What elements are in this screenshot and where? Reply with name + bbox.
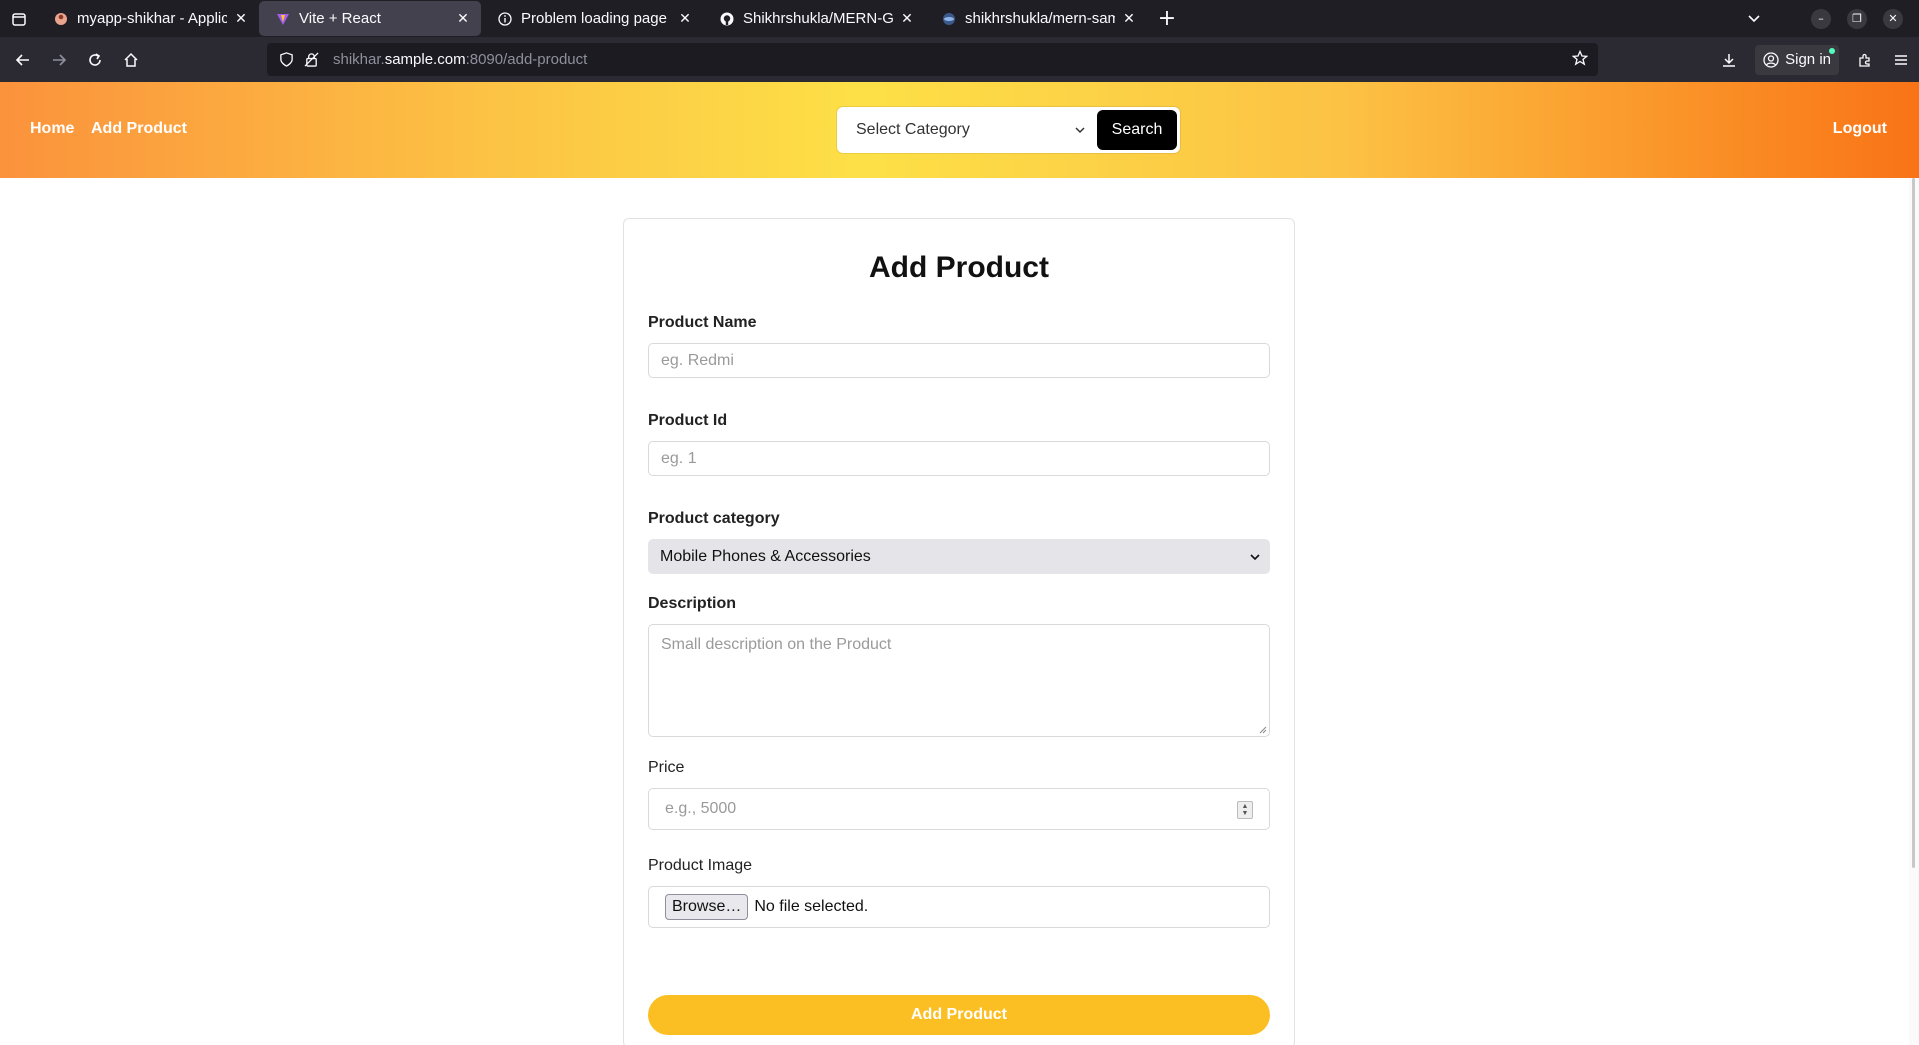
url-text: shikhar.sample.com:8090/add-product bbox=[333, 51, 588, 68]
product-image-file-input[interactable]: Browse… No file selected. bbox=[648, 886, 1270, 928]
close-icon[interactable]: ✕ bbox=[233, 10, 249, 27]
bookmark-star-icon[interactable] bbox=[1571, 49, 1589, 70]
forward-arrow-icon[interactable] bbox=[41, 42, 77, 78]
price-label: Price bbox=[648, 759, 685, 776]
product-category-label: Product category bbox=[648, 510, 780, 527]
product-id-input[interactable]: eg. 1 bbox=[648, 441, 1270, 476]
tab-title: myapp-shikhar - Applicati bbox=[77, 10, 227, 27]
tab-title: shikhrshukla/mern-sampl bbox=[965, 10, 1115, 27]
description-label: Description bbox=[648, 595, 737, 612]
argo-icon bbox=[941, 11, 957, 27]
shield-icon[interactable] bbox=[279, 52, 294, 67]
product-image-label: Product Image bbox=[648, 857, 753, 874]
menu-icon[interactable] bbox=[1883, 42, 1919, 78]
nav-link-home[interactable]: Home bbox=[30, 120, 74, 138]
product-name-label: Product Name bbox=[648, 314, 757, 331]
app-header: Home Add Product Select Category Search … bbox=[0, 82, 1919, 178]
browser-tab-active[interactable]: Vite + React ✕ bbox=[259, 1, 481, 36]
form-title: Add Product bbox=[869, 251, 1049, 284]
sign-in-label: Sign in bbox=[1785, 51, 1831, 68]
file-status: No file selected. bbox=[754, 898, 869, 915]
add-product-form: Add Product Product Name eg. Redmi Produ… bbox=[623, 218, 1295, 1045]
chevron-down-icon[interactable] bbox=[1747, 10, 1761, 29]
nav-link-add-product[interactable]: Add Product bbox=[91, 120, 187, 138]
url-bar[interactable]: shikhar.sample.com:8090/add-product bbox=[267, 43, 1598, 76]
browse-button[interactable]: Browse… bbox=[665, 894, 749, 920]
browser-tab[interactable]: Problem loading page ✕ bbox=[481, 0, 703, 37]
window-controls: – ❐ ✕ bbox=[1748, 0, 1919, 37]
account-icon bbox=[1763, 51, 1779, 68]
sign-in-button[interactable]: Sign in bbox=[1755, 44, 1839, 75]
chevron-down-icon bbox=[1075, 127, 1085, 134]
page-scrollbar[interactable] bbox=[1909, 178, 1919, 1045]
logout-link[interactable]: Logout bbox=[1833, 120, 1887, 138]
close-icon[interactable]: ✕ bbox=[899, 10, 915, 27]
product-id-placeholder: eg. 1 bbox=[661, 449, 697, 467]
browser-nav-bar: shikhar.sample.com:8090/add-product Sign… bbox=[0, 37, 1919, 82]
close-icon[interactable]: ✕ bbox=[677, 10, 693, 27]
browser-tab[interactable]: Shikhrshukla/MERN-GitOp ✕ bbox=[703, 0, 925, 37]
product-name-placeholder: eg. Redmi bbox=[661, 351, 734, 369]
browser-tab[interactable]: shikhrshukla/mern-sampl ✕ bbox=[925, 0, 1147, 37]
add-product-button[interactable]: Add Product bbox=[648, 995, 1270, 1035]
toolbar-right: Sign in bbox=[1711, 37, 1919, 82]
notification-dot bbox=[1829, 47, 1835, 54]
product-category-select[interactable]: Mobile Phones & Accessories bbox=[648, 539, 1270, 574]
tab-title: Problem loading page bbox=[521, 10, 667, 27]
category-select[interactable]: Select Category bbox=[840, 111, 1097, 149]
product-id-label: Product Id bbox=[648, 412, 728, 429]
search-button[interactable]: Search bbox=[1097, 110, 1177, 150]
app-favicon-icon bbox=[53, 11, 69, 27]
chevron-down-icon bbox=[1250, 553, 1260, 560]
description-placeholder: Small description on the Product bbox=[661, 636, 892, 653]
product-category-value: Mobile Phones & Accessories bbox=[660, 547, 871, 565]
scrollbar-thumb[interactable] bbox=[1912, 178, 1915, 868]
tab-list-icon[interactable] bbox=[0, 0, 37, 37]
tab-title: Vite + React bbox=[299, 10, 381, 27]
description-textarea[interactable]: Small description on the Product bbox=[648, 624, 1270, 737]
restore-icon[interactable]: ❐ bbox=[1847, 8, 1867, 29]
close-icon[interactable]: ✕ bbox=[455, 10, 471, 27]
reload-icon[interactable] bbox=[77, 42, 113, 78]
price-input[interactable]: e.g., 5000 ▲ ▼ bbox=[648, 788, 1270, 830]
new-tab-icon[interactable]: + bbox=[1151, 3, 1183, 35]
category-search-box: Select Category Search bbox=[837, 107, 1180, 153]
close-icon[interactable]: ✕ bbox=[1121, 10, 1137, 27]
number-stepper-icon[interactable]: ▲ ▼ bbox=[1237, 801, 1253, 819]
vite-icon bbox=[275, 11, 291, 27]
browser-tab[interactable]: myapp-shikhar - Applicati ✕ bbox=[37, 0, 259, 37]
resize-handle-icon bbox=[1259, 726, 1267, 734]
product-name-input[interactable]: eg. Redmi bbox=[648, 343, 1270, 378]
tab-title: Shikhrshukla/MERN-GitOp bbox=[743, 10, 893, 27]
download-icon[interactable] bbox=[1711, 42, 1747, 78]
extensions-icon[interactable] bbox=[1847, 42, 1883, 78]
home-icon[interactable] bbox=[113, 42, 149, 78]
minimize-icon[interactable]: – bbox=[1811, 8, 1831, 29]
github-icon bbox=[719, 11, 735, 27]
info-icon bbox=[497, 11, 513, 27]
browser-tab-bar: myapp-shikhar - Applicati ✕ Vite + React… bbox=[0, 0, 1919, 37]
price-placeholder: e.g., 5000 bbox=[665, 800, 737, 817]
back-arrow-icon[interactable] bbox=[5, 42, 41, 78]
category-select-value: Select Category bbox=[856, 121, 970, 138]
close-window-icon[interactable]: ✕ bbox=[1883, 8, 1903, 29]
insecure-lock-icon[interactable] bbox=[304, 52, 319, 67]
